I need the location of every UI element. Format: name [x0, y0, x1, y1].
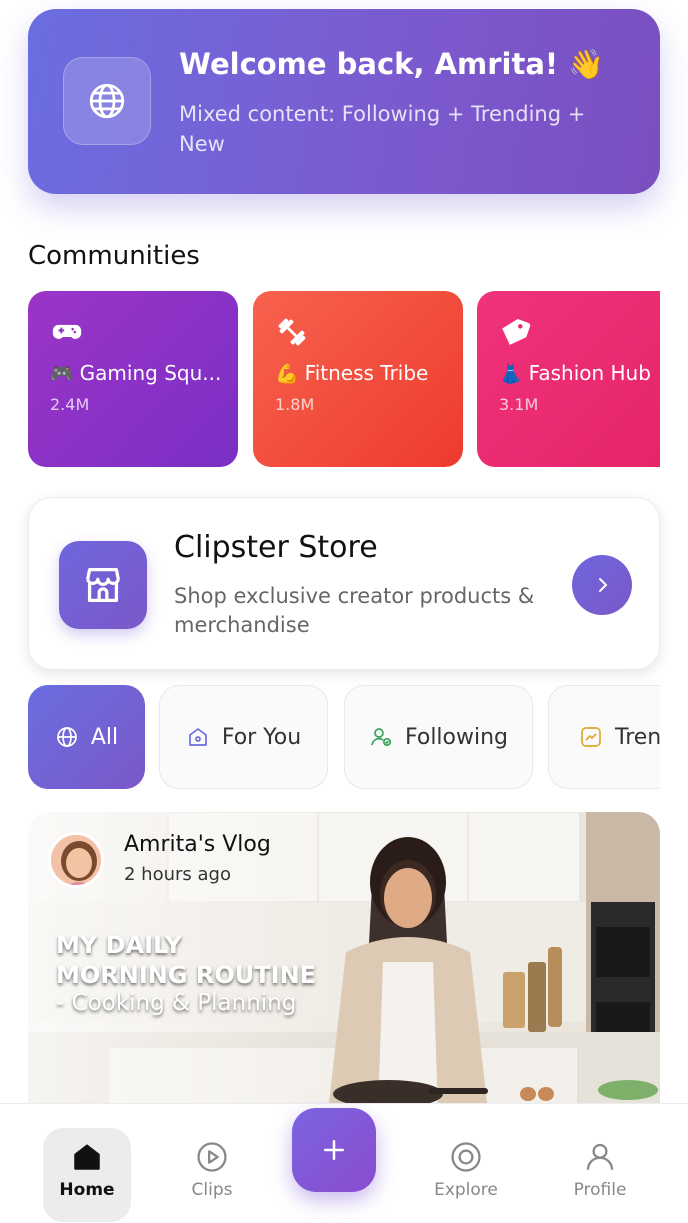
home-heart-icon — [188, 728, 207, 746]
storefront-icon — [59, 541, 147, 629]
community-name-text: Fitness Tribe — [304, 361, 429, 385]
community-member-count: 2.4M — [50, 395, 90, 414]
welcome-title: Welcome back, Amrita! 👋 — [179, 47, 605, 81]
chevron-right-icon[interactable] — [572, 555, 632, 615]
nav-home-label: Home — [59, 1180, 115, 1200]
nav-home[interactable]: Home — [43, 1128, 131, 1222]
dress-emoji: 👗 — [499, 363, 523, 385]
tag-icon — [502, 319, 531, 345]
post-headline-line2: MORNING ROUTINE — [56, 961, 317, 989]
post-card[interactable]: Amrita's Vlog 2 hours ago MY DAILY MORNI… — [28, 812, 660, 1112]
community-name-text: Gaming Squ... — [79, 361, 222, 385]
nav-clips[interactable]: Clips — [168, 1128, 256, 1222]
muscle-emoji: 💪 — [275, 363, 299, 385]
plus-icon — [324, 1140, 344, 1160]
filter-chip-all[interactable]: All — [28, 685, 145, 789]
home-icon — [74, 1144, 100, 1170]
filter-tabs: All For You Following Trending — [28, 685, 660, 789]
filter-chip-following[interactable]: Following — [344, 685, 533, 789]
community-card-gaming[interactable]: 🎮 Gaming Squ... 2.4M — [28, 291, 238, 467]
nav-profile[interactable]: Profile — [556, 1128, 644, 1222]
filter-chip-trending[interactable]: Trending — [548, 685, 660, 789]
communities-carousel[interactable]: 🎮 Gaming Squ... 2.4M 💪 Fitness Tribe 1.8M … — [28, 291, 660, 467]
filter-chip-label: Trending — [615, 724, 660, 750]
nav-explore[interactable]: Explore — [422, 1128, 510, 1222]
nav-profile-label: Profile — [573, 1180, 627, 1200]
dumbbell-icon — [278, 318, 306, 346]
community-name-text: Fashion Hub — [528, 361, 651, 385]
avatar[interactable] — [48, 832, 104, 888]
filter-chip-label: All — [90, 724, 119, 750]
store-card[interactable]: Clipster Store Shop exclusive creator pr… — [28, 497, 660, 670]
filter-chip-label: For You — [221, 724, 302, 750]
user-follow-icon — [371, 728, 392, 747]
play-circle-icon — [197, 1142, 227, 1172]
post-subhead: - Cooking & Planning — [56, 990, 297, 1016]
community-card-fitness[interactable]: 💪 Fitness Tribe 1.8M — [253, 291, 463, 467]
welcome-card: Welcome back, Amrita! 👋 Mixed content: F… — [28, 9, 660, 194]
post-timestamp: 2 hours ago — [124, 864, 231, 885]
communities-heading: Communities — [28, 241, 200, 271]
nav-clips-label: Clips — [191, 1180, 233, 1200]
welcome-subtitle: Mixed content: Following + Trending + Ne… — [179, 102, 586, 156]
post-headline: MY DAILY MORNING ROUTINE — [56, 930, 316, 990]
post-author[interactable]: Amrita's Vlog — [124, 832, 271, 857]
community-member-count: 3.1M — [499, 395, 539, 414]
store-description: Shop exclusive creator products & mercha… — [174, 584, 535, 637]
trending-icon — [581, 727, 601, 747]
gamepad-icon — [52, 324, 82, 339]
community-card-fashion[interactable]: 👗 Fashion Hub 3.1M — [477, 291, 660, 467]
nav-explore-label: Explore — [434, 1180, 498, 1200]
community-member-count: 1.8M — [275, 395, 315, 414]
bottom-navigation: Home Clips Explore Profile — [0, 1103, 688, 1223]
community-name: 👗 Fashion Hub — [499, 361, 651, 385]
community-name: 🎮 Gaming Squ... — [50, 361, 221, 385]
filter-chip-for-you[interactable]: For You — [159, 685, 328, 789]
user-icon — [586, 1143, 614, 1170]
compass-icon — [451, 1142, 481, 1172]
post-headline-line1: MY DAILY — [56, 931, 182, 959]
store-title: Clipster Store — [174, 530, 378, 565]
globe-icon — [63, 57, 151, 145]
create-post-button[interactable] — [292, 1108, 376, 1192]
filter-chip-label: Following — [404, 724, 509, 750]
gamepad-emoji: 🎮 — [50, 363, 74, 385]
community-name: 💪 Fitness Tribe — [275, 361, 428, 385]
globe-icon — [57, 727, 77, 747]
